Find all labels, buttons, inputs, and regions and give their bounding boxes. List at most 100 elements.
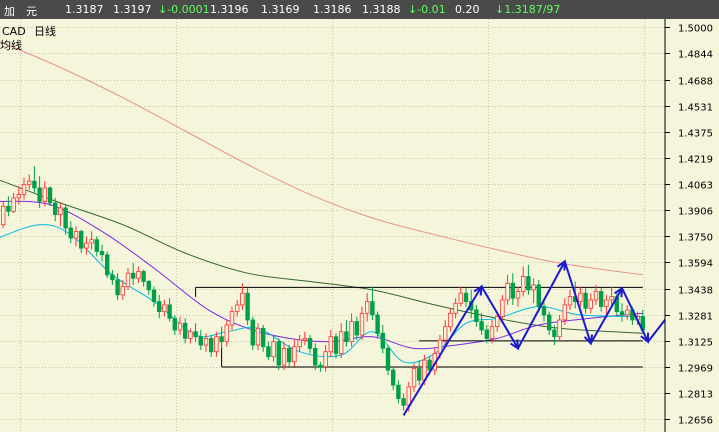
candle-body (214, 336, 219, 353)
candle-body (6, 205, 11, 212)
candle-body (203, 337, 209, 346)
candle-body (198, 336, 203, 346)
quote-field-5: 1.3186 (313, 3, 352, 16)
candle-body (562, 304, 567, 321)
candle (250, 316, 255, 351)
candle-body (338, 331, 344, 354)
price-tick-label: 1.4219 (678, 155, 713, 166)
candle-body (162, 304, 167, 312)
candle-body (224, 324, 229, 343)
candle-body (484, 329, 489, 339)
candle-body (531, 284, 536, 291)
candle-body (411, 368, 417, 388)
candle-body (453, 302, 458, 314)
candle-body (578, 292, 583, 303)
candle-body (141, 271, 146, 282)
candle-body (21, 184, 27, 195)
candle (47, 186, 53, 207)
candle-body (625, 309, 630, 316)
candle-body (448, 312, 453, 328)
candle-body (333, 336, 339, 354)
candle-body (182, 322, 188, 339)
candle-body (292, 346, 297, 363)
candle-body (370, 301, 375, 316)
candle-body (245, 292, 250, 321)
quote-field-1: 1.3197 (113, 3, 152, 16)
candle-body (84, 242, 89, 249)
candle-body (177, 322, 183, 331)
candle-body (37, 187, 42, 202)
candle-body (547, 314, 552, 331)
candle-body (208, 337, 214, 353)
candle-body (271, 341, 276, 358)
candle-body (99, 250, 105, 256)
quote-name: 加 元 (4, 5, 37, 18)
price-tick-label: 1.2813 (678, 390, 713, 401)
candle-body (193, 331, 198, 338)
candle-body (63, 207, 68, 229)
price-tick-label: 1.3594 (678, 259, 713, 270)
candle (245, 288, 250, 325)
candle-body (416, 368, 422, 381)
candle-body (125, 272, 131, 287)
candle-body (479, 321, 484, 331)
candle-body (73, 230, 79, 239)
candle-body (229, 311, 235, 326)
candle-body (349, 321, 354, 343)
candle-body (16, 194, 21, 199)
candle-body (188, 331, 193, 339)
candle-body (42, 187, 47, 202)
candle-body (380, 332, 385, 349)
candle-body (442, 326, 448, 341)
price-tick-label: 1.4844 (678, 50, 713, 61)
candle-body (136, 271, 141, 279)
candle-body (328, 336, 333, 353)
candle-body (474, 309, 479, 322)
candle-body (505, 282, 510, 301)
candle-body (354, 321, 359, 336)
candle-body (172, 317, 177, 331)
candle-body (401, 398, 406, 406)
price-tick-label: 1.2656 (678, 416, 713, 427)
candle-body (234, 304, 240, 312)
candle-body (105, 254, 110, 276)
candle-body (567, 296, 573, 306)
candle-body (11, 197, 16, 212)
candle-body (68, 227, 73, 239)
candle-body (130, 272, 136, 279)
candle-body (359, 312, 365, 336)
candle-body (593, 291, 599, 301)
price-tick-label: 1.3125 (678, 338, 713, 349)
candle-body (276, 341, 281, 366)
candle-body (521, 276, 526, 292)
chart-period-label: 日线 (34, 24, 56, 38)
quote-field-2: ↓-0.0001 (158, 3, 210, 16)
candle-body (307, 337, 313, 349)
candle-body (219, 336, 224, 343)
price-tick-label: 1.3906 (678, 207, 713, 218)
quote-bar: 加 元 1.3187 1.3197 ↓-0.0001 1.3196 1.3169 1.31… (0, 0, 719, 19)
candle-body (515, 291, 521, 299)
candle-body (47, 187, 53, 204)
quote-field-0: 1.3187 (65, 3, 104, 16)
price-tick-label: 1.5000 (678, 24, 713, 35)
candle-body (552, 329, 557, 338)
candle-body (26, 180, 32, 185)
candle-body (302, 337, 307, 341)
quote-field-8: 0.20 (455, 3, 480, 16)
price-tick-label: 1.3438 (678, 286, 713, 297)
candle-body (167, 304, 172, 319)
candle-body (297, 339, 302, 348)
candle-body (390, 369, 396, 386)
candle-body (260, 327, 266, 348)
candle-body (463, 292, 469, 303)
quote-field-3: 1.3196 (210, 3, 249, 16)
candle-body (458, 292, 463, 304)
candlestick-chart: 1.5000 1.4844 1.4688 1.4531 1.4375 1.4219 1.40… (0, 19, 719, 432)
ma-caption-label: 均线 (0, 38, 22, 52)
candle-body (120, 286, 125, 296)
candle-body (588, 299, 593, 309)
price-tick-label: 1.4063 (678, 181, 713, 192)
candle-body (312, 347, 318, 366)
price-tick-label: 1.4531 (678, 103, 713, 114)
